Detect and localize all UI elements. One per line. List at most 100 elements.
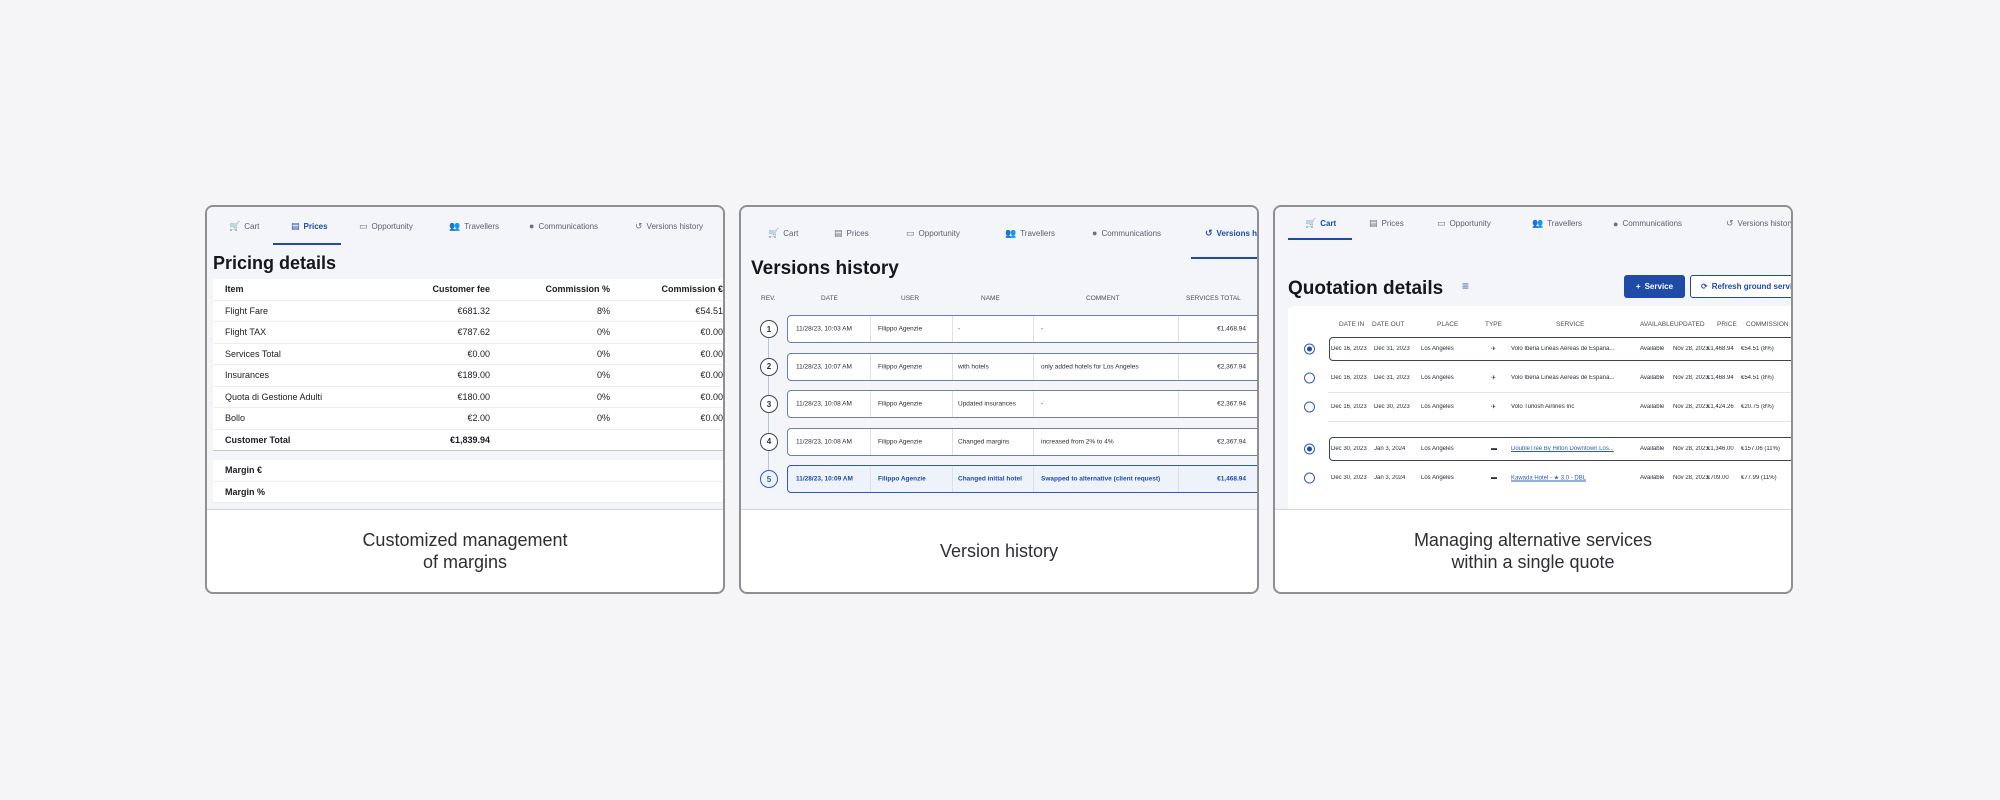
card-caption: Customized management of margins: [362, 530, 568, 572]
tab-prices[interactable]: ▤ Prices: [1369, 207, 1404, 240]
table-header: Item Customer fee Commission % Commissio…: [213, 279, 723, 301]
add-service-button[interactable]: + Service: [1624, 275, 1685, 298]
commission-pct-cell: 0%: [596, 413, 610, 424]
versions-card: 🛒 Cart ▤ Prices ▭ Opportunity 👥 Travellers ●…: [739, 205, 1259, 594]
place-cell: Los Angeles: [1421, 475, 1454, 481]
table-header: DATE IN DATE OUT PLACE TYPE SERVICE AVAI…: [1288, 321, 1791, 333]
header-comment: COMMENT: [1086, 295, 1120, 302]
tab-opportunity[interactable]: ▭ Opportunity: [906, 207, 960, 259]
tab-cart[interactable]: 🛒 Cart: [768, 207, 798, 259]
tab-cart[interactable]: 🛒 Cart: [1305, 207, 1336, 240]
tab-communications[interactable]: ● Communications: [1613, 207, 1682, 240]
version-row[interactable]: 1 11/28/23, 10:03 AM Filippo Agenzie - - €1,4…: [741, 315, 1257, 343]
quote-row[interactable]: Dec 16, 2023 Dec 31, 2023 Los Angeles ✈ Volo…: [1288, 337, 1791, 361]
select-radio[interactable]: [1304, 401, 1315, 413]
version-row[interactable]: 3 11/28/23, 10:08 AM Filippo Agenzie Update…: [741, 390, 1257, 418]
quotation-panel: DATE IN DATE OUT PLACE TYPE SERVICE AVAI…: [1288, 306, 1791, 509]
tab-cart[interactable]: 🛒 Cart: [229, 207, 259, 245]
column-divider: [1178, 466, 1179, 492]
available-cell: Available: [1640, 446, 1665, 452]
quotation-card: 🛒 Cart ▤ Prices ▭ Opportunity 👥 Travellers ●…: [1273, 205, 1793, 594]
version-card[interactable]: 11/28/23, 10:08 AM Filippo Agenzie Changed…: [787, 427, 1257, 456]
quote-row[interactable]: Dec 30, 2023 Jan 3, 2024 Los Angeles ▬ Kawad…: [1288, 466, 1791, 490]
item-cell: Quota di Gestione Adulti: [225, 391, 323, 402]
tab-label: Prices: [303, 221, 328, 231]
version-row[interactable]: 4 11/28/23, 10:08 AM Filippo Agenzie Change…: [741, 427, 1257, 456]
active-tab-indicator: [1191, 257, 1257, 259]
column-divider: [952, 316, 953, 342]
total-value: €1,839.94: [449, 434, 490, 445]
version-card[interactable]: 11/28/23, 10:08 AM Filippo Agenzie Updated…: [787, 390, 1257, 418]
column-divider: [870, 353, 871, 380]
name-cell: Changed initial hotel: [958, 475, 1022, 483]
service-cell: Volo Iberia Lineas Aereas de Espana...: [1511, 375, 1615, 381]
column-divider: [1033, 391, 1034, 417]
date-cell: 11/28/23, 10:08 AM: [796, 400, 852, 408]
page-title: Pricing details: [213, 253, 337, 273]
header-updated: UPDATED: [1674, 321, 1705, 328]
header-price: PRICE: [1717, 321, 1737, 328]
service-link[interactable]: Kawada Hotel - ★ 3.0 - DBL: [1511, 475, 1586, 482]
header-rev: REV.: [761, 295, 776, 302]
column-divider: [870, 391, 871, 417]
comment-cell: -: [1041, 400, 1044, 408]
version-row[interactable]: 5 11/28/23, 10:09 AM Filippo Agenzie Change…: [741, 465, 1257, 493]
tab-communications[interactable]: ● Communications: [529, 207, 598, 245]
available-cell: Available: [1640, 346, 1665, 352]
tab-versions-history[interactable]: ↺ Versions hi: [1205, 207, 1257, 259]
total-label: Customer Total: [225, 434, 291, 445]
tab-communications[interactable]: ● Communications: [1092, 207, 1161, 259]
tab-travellers[interactable]: 👥 Travellers: [1532, 207, 1582, 240]
version-card[interactable]: 11/28/23, 10:07 AM Filippo Agenzie with ho…: [787, 352, 1257, 381]
header-place: PLACE: [1437, 321, 1459, 328]
item-cell: Bollo: [225, 413, 246, 424]
date-cell: 11/28/23, 10:09 AM: [796, 475, 853, 483]
quote-row[interactable]: Dec 16, 2023 Dec 31, 2023 Los Angeles ✈ Volo…: [1288, 366, 1791, 390]
filter-icon[interactable]: ≡: [1462, 279, 1469, 293]
price-cell: €1,468.94: [1707, 375, 1734, 381]
tab-versions-history[interactable]: ↺ Versions history: [635, 207, 703, 245]
tab-travellers[interactable]: 👥 Travellers: [449, 207, 499, 245]
row-separator: [1328, 421, 1791, 422]
user-cell: Filippo Agenzie: [878, 325, 923, 333]
tab-versions-history[interactable]: ↺ Versions history: [1726, 207, 1791, 240]
refresh-ground-services-button[interactable]: ⟳Refresh ground services: [1690, 275, 1791, 298]
tab-label: Communications: [1622, 219, 1683, 228]
column-divider: [952, 353, 953, 380]
bed-icon: ▬: [1491, 475, 1497, 481]
header-commission: COMMISSION: [1746, 321, 1789, 328]
column-divider: [952, 466, 953, 492]
comment-cell: Swapped to alternative (client request): [1041, 475, 1161, 483]
bed-icon: ▬: [1491, 446, 1497, 452]
column-divider: [1033, 353, 1034, 380]
comment-cell: -: [1041, 325, 1044, 333]
quote-row[interactable]: Dec 16, 2023 Dec 30, 2023 Los Angeles ✈ Volo…: [1288, 395, 1791, 419]
tab-opportunity[interactable]: ▭ Opportunity: [1437, 207, 1491, 240]
service-link[interactable]: DoubleTree By Hilton Downtown Los...: [1511, 446, 1614, 452]
header-commission-pct: Commission %: [545, 284, 610, 295]
version-card[interactable]: 11/28/23, 10:09 AM Filippo Agenzie Changed…: [787, 465, 1257, 493]
margin-eur-label: Margin €: [225, 465, 263, 476]
tab-opportunity[interactable]: ▭ Opportunity: [359, 207, 413, 245]
version-row[interactable]: 2 11/28/23, 10:07 AM Filippo Agenzie with h…: [741, 352, 1257, 381]
revision-badge: 4: [760, 432, 778, 451]
tab-prices[interactable]: ▤ Prices: [834, 207, 869, 259]
tab-bar: 🛒 Cart ▤ Prices ▭ Opportunity 👥 Travellers ●…: [1275, 207, 1791, 240]
select-radio[interactable]: [1304, 443, 1315, 455]
quote-row[interactable]: Dec 30, 2023 Jan 3, 2024 Los Angeles ▬ Doubl…: [1288, 437, 1791, 461]
version-card[interactable]: 11/28/23, 10:03 AM Filippo Agenzie - - €1,46…: [787, 315, 1257, 343]
plane-icon: ✈: [1491, 404, 1497, 411]
tab-travellers[interactable]: 👥 Travellers: [1005, 207, 1055, 259]
column-divider: [1178, 428, 1179, 455]
total-cell: €1,468.94: [1217, 475, 1246, 483]
commission-cell: €54.51 (8%): [1741, 375, 1774, 381]
row-separator: [1328, 392, 1791, 393]
select-radio[interactable]: [1304, 372, 1315, 384]
select-radio[interactable]: [1304, 343, 1315, 355]
tab-label: Cart: [1320, 219, 1337, 228]
plane-icon: ✈: [1491, 346, 1497, 353]
tab-prices[interactable]: ▤ Prices: [291, 207, 328, 245]
select-radio[interactable]: [1304, 472, 1315, 484]
revision-badge: 3: [760, 395, 778, 413]
folder-icon: ▭: [906, 227, 915, 238]
